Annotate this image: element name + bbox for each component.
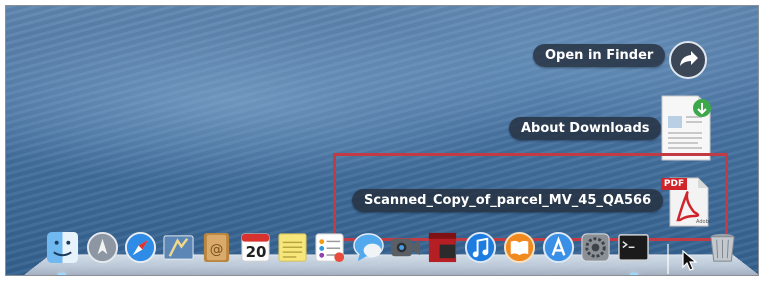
app-store-icon[interactable] (542, 231, 575, 264)
terminal-icon[interactable] (617, 231, 650, 264)
about-downloads-label[interactable]: About Downloads (509, 117, 662, 140)
ibooks-icon[interactable] (503, 231, 536, 264)
open-in-finder-icon[interactable] (668, 40, 708, 80)
contacts-icon[interactable]: @ (200, 231, 233, 264)
finder-running-indicator (58, 273, 66, 275)
trash-icon[interactable] (706, 231, 739, 264)
safari-icon[interactable] (124, 231, 157, 264)
launchpad-icon[interactable] (86, 231, 119, 264)
highlight-box (333, 153, 728, 241)
finder-icon[interactable] (46, 231, 79, 264)
messages-icon[interactable] (352, 231, 385, 264)
terminal-running-indicator (630, 273, 638, 275)
desktop-screenshot: Open in Finder About Downloads Scanned_C… (5, 5, 759, 276)
svg-text:@: @ (210, 241, 224, 257)
calendar-day: 20 (245, 243, 267, 261)
about-downloads-document-icon[interactable] (658, 94, 714, 162)
itunes-icon[interactable] (464, 231, 497, 264)
dock-separator (667, 244, 669, 274)
cursor-icon (682, 250, 698, 271)
photo-booth-icon[interactable] (426, 231, 459, 264)
reminders-icon[interactable] (313, 231, 346, 264)
facetime-icon[interactable] (389, 231, 422, 264)
system-preferences-icon[interactable] (579, 231, 612, 264)
notes-icon[interactable] (276, 231, 309, 264)
mail-icon[interactable] (162, 231, 195, 264)
open-in-finder-label[interactable]: Open in Finder (533, 44, 666, 67)
